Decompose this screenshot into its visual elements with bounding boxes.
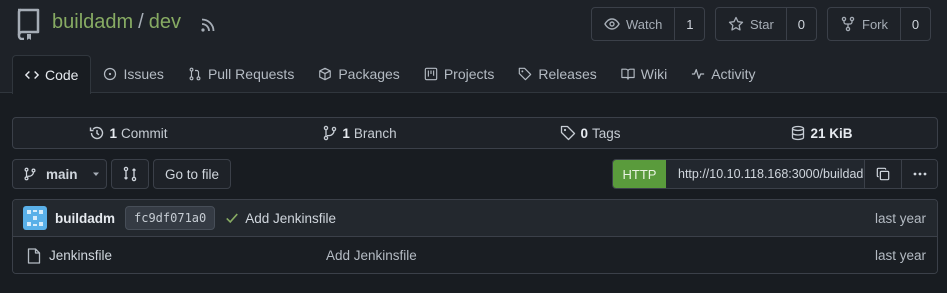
star-count[interactable]: 0	[785, 8, 816, 40]
tag-icon	[561, 125, 576, 141]
stat-branches[interactable]: 1 Branch	[244, 118, 475, 148]
tab-code-label: Code	[45, 67, 79, 83]
commit-author[interactable]: buildadm	[55, 211, 115, 226]
tag-icon	[519, 67, 532, 81]
tab-pull-requests[interactable]: Pull Requests	[176, 55, 306, 93]
fork-icon	[841, 16, 855, 32]
file-name[interactable]: Jenkinsfile	[49, 248, 112, 263]
history-icon	[90, 126, 104, 140]
star-button-group: Star 0	[715, 7, 817, 41]
tab-issues[interactable]: Issues	[91, 55, 175, 93]
go-to-file-button[interactable]: Go to file	[153, 159, 231, 189]
clone-url-input[interactable]: http://10.10.118.168:3000/buildadm/dev.g…	[666, 160, 865, 188]
repo-header: buildadm / dev Watch 1 Star 0 Fork 0 Cod…	[0, 0, 947, 94]
repo-stats-bar: 1 Commit 1 Branch 0 Tags 21 KiB	[12, 117, 938, 149]
file-icon	[27, 247, 41, 264]
commit-message[interactable]: Add Jenkinsfile	[245, 211, 336, 226]
fork-count[interactable]: 0	[900, 8, 930, 40]
package-icon	[319, 67, 332, 81]
tab-activity-label: Activity	[711, 66, 756, 82]
commit-time: last year	[874, 210, 926, 226]
fork-label: Fork	[862, 16, 888, 32]
http-protocol-button[interactable]: HTTP	[613, 160, 666, 188]
repo-separator: /	[138, 11, 144, 33]
branch-name: main	[46, 166, 78, 182]
tab-activity[interactable]: Activity	[679, 55, 767, 93]
identicon-icon	[27, 210, 43, 226]
latest-commit-row: buildadm fc9df071a0 Add Jenkinsfile last…	[13, 200, 937, 237]
tag-label: Tags	[591, 125, 621, 141]
tab-wiki-label: Wiki	[640, 66, 668, 82]
watch-button-group: Watch 1	[591, 7, 706, 41]
tab-packages[interactable]: Packages	[306, 55, 411, 93]
kebab-horizontal-icon	[913, 172, 926, 176]
avatar[interactable]	[23, 206, 47, 230]
rss-icon[interactable]	[200, 17, 216, 33]
tab-pull-requests-label: Pull Requests	[207, 66, 295, 82]
tab-packages-label: Packages	[338, 66, 400, 82]
repo-owner-link[interactable]: buildadm	[52, 11, 133, 34]
branch-label: Branch	[353, 125, 397, 141]
copy-icon	[876, 167, 890, 181]
file-commit-time: last year	[874, 248, 926, 263]
tag-count: 0	[580, 125, 588, 141]
eye-icon	[604, 18, 620, 30]
stat-size: 21 KiB	[706, 118, 937, 148]
repo-title: buildadm / dev	[52, 11, 181, 34]
code-icon	[25, 71, 39, 79]
repo-tabs: Code Issues Pull Requests Packages Proje…	[12, 55, 768, 94]
commit-count: 1	[109, 125, 117, 141]
stat-commits[interactable]: 1 Commit	[13, 118, 244, 148]
copy-url-button[interactable]	[865, 160, 901, 188]
compare-icon	[123, 166, 137, 182]
repo-size: 21 KiB	[810, 125, 853, 141]
more-options-button[interactable]	[901, 160, 937, 188]
database-icon	[792, 125, 805, 141]
clone-panel: HTTP http://10.10.118.168:3000/buildadm/…	[612, 159, 938, 189]
star-label: Star	[750, 16, 774, 32]
watch-label: Watch	[626, 16, 663, 32]
tab-wiki[interactable]: Wiki	[609, 55, 679, 93]
file-row: Jenkinsfile Add Jenkinsfile last year	[13, 237, 937, 273]
tab-releases-label: Releases	[538, 66, 597, 82]
file-commit-message[interactable]: Add Jenkinsfile	[326, 248, 417, 263]
watch-count[interactable]: 1	[674, 8, 704, 40]
star-button[interactable]: Star	[716, 8, 786, 40]
commit-sha[interactable]: fc9df071a0	[125, 206, 216, 230]
repo-icon	[17, 8, 40, 40]
tab-projects[interactable]: Projects	[412, 55, 507, 93]
branch-selector[interactable]: main	[12, 159, 107, 189]
tab-issues-label: Issues	[123, 66, 164, 82]
pull-request-icon	[189, 67, 201, 81]
issue-icon	[104, 67, 117, 81]
pulse-icon	[692, 69, 705, 79]
tab-releases[interactable]: Releases	[506, 55, 608, 93]
commit-label: Commit	[121, 125, 168, 141]
branch-icon	[24, 167, 36, 181]
compare-button[interactable]	[111, 159, 149, 189]
branch-count: 1	[342, 125, 350, 141]
fork-button-group: Fork 0	[827, 7, 931, 41]
star-icon	[728, 16, 744, 31]
branch-icon	[324, 125, 337, 141]
watch-button[interactable]: Watch	[592, 8, 674, 40]
fork-button[interactable]: Fork	[828, 8, 900, 40]
tab-code[interactable]: Code	[12, 55, 92, 94]
file-list: buildadm fc9df071a0 Add Jenkinsfile last…	[12, 199, 938, 274]
tab-projects-label: Projects	[443, 66, 495, 82]
repo-name-link[interactable]: dev	[149, 11, 181, 34]
stat-tags[interactable]: 0 Tags	[475, 118, 706, 148]
book-icon	[621, 68, 635, 80]
project-icon	[424, 67, 438, 81]
check-icon	[226, 213, 239, 224]
chevron-down-icon	[92, 172, 99, 176]
